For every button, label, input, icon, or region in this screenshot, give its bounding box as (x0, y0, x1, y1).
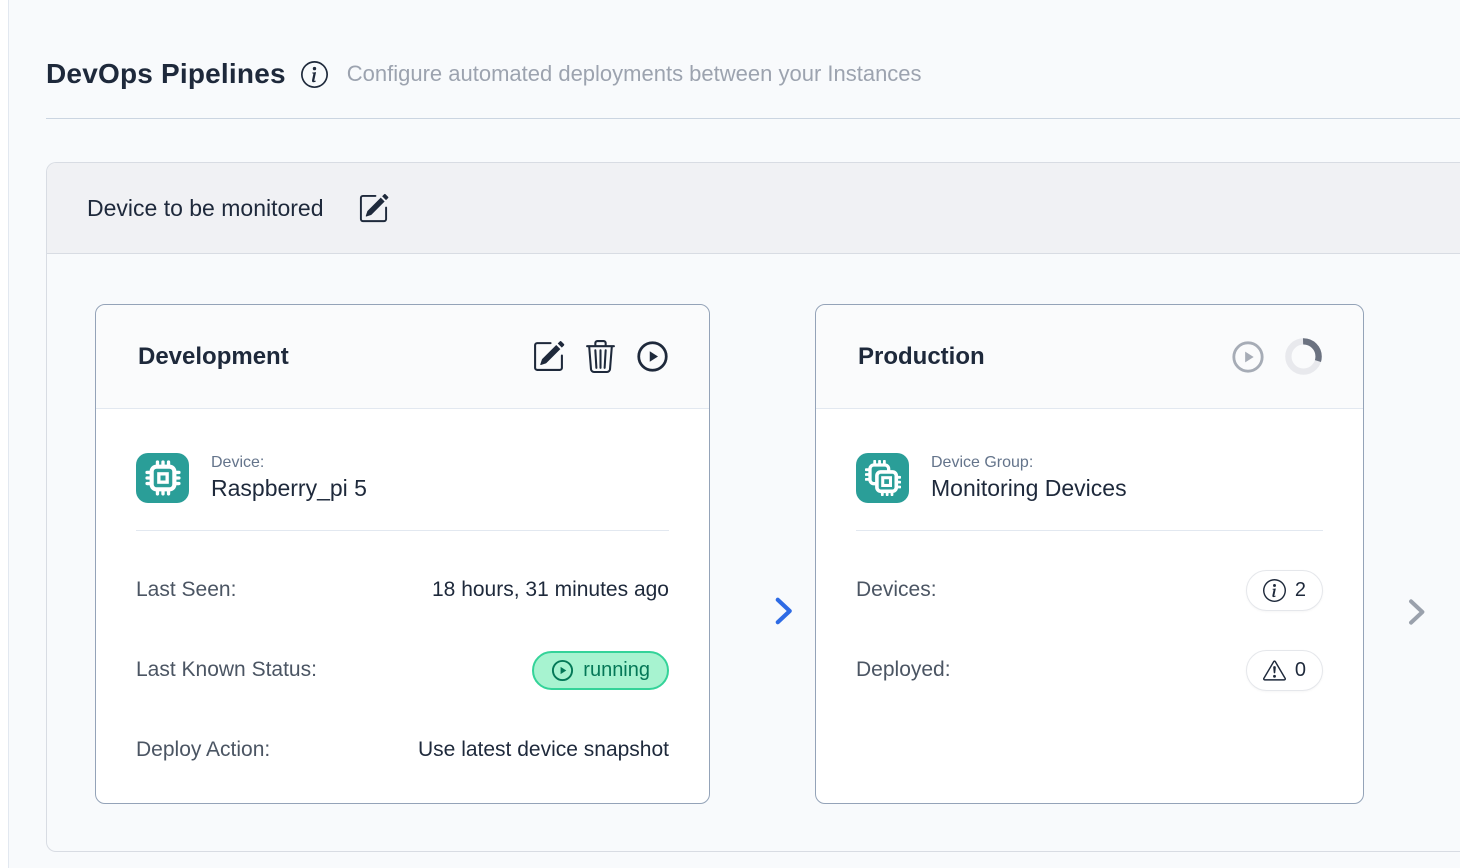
development-card-title: Development (138, 343, 289, 371)
deploy-action-value: Use latest device snapshot (418, 738, 669, 762)
info-circle-icon (1263, 579, 1286, 602)
deployed-count: 0 (1295, 659, 1306, 682)
warning-triangle-icon (1263, 659, 1286, 682)
devices-count: 2 (1295, 579, 1306, 602)
chevron-right-icon[interactable] (1399, 595, 1433, 629)
chip-group-icon (856, 453, 909, 503)
edit-square-icon[interactable] (532, 340, 565, 373)
production-card-actions (1231, 337, 1323, 376)
play-circle-icon[interactable] (1231, 340, 1265, 374)
deploy-action-label: Deploy Action: (136, 738, 270, 762)
panel-body: Development (47, 254, 1460, 852)
play-circle-icon[interactable] (636, 340, 669, 373)
device-row: Device: Raspberry_pi 5 (136, 453, 669, 503)
last-known-status-label: Last Known Status: (136, 658, 317, 682)
devices-row: Devices: 2 (856, 569, 1323, 611)
deploy-action-row: Deploy Action: Use latest device snapsho… (136, 729, 669, 771)
last-seen-row: Last Seen: 18 hours, 31 minutes ago (136, 569, 669, 611)
deployed-label: Deployed: (856, 658, 951, 682)
status-badge: running (532, 651, 669, 690)
device-group-info: Device Group: Monitoring Devices (931, 454, 1127, 502)
production-card-body: Device Group: Monitoring Devices Devices… (816, 453, 1363, 691)
device-info: Device: Raspberry_pi 5 (211, 454, 367, 502)
chevron-right-icon[interactable] (765, 593, 801, 629)
development-card-body: Device: Raspberry_pi 5 Last Seen: 18 hou… (96, 453, 709, 771)
device-name: Raspberry_pi 5 (211, 475, 367, 502)
development-card-actions (532, 340, 669, 373)
card-divider (856, 530, 1323, 531)
development-stage-card: Development (95, 304, 710, 804)
loading-spinner (1284, 337, 1323, 376)
production-card-title: Production (858, 343, 985, 371)
devices-label: Devices: (856, 578, 937, 602)
devices-count-pill[interactable]: 2 (1246, 570, 1323, 611)
status-badge-label: running (583, 659, 650, 682)
last-seen-value: 18 hours, 31 minutes ago (432, 578, 669, 602)
chip-icon (136, 453, 189, 503)
card-divider (136, 530, 669, 531)
device-group-row: Device Group: Monitoring Devices (856, 453, 1323, 503)
trash-icon[interactable] (584, 340, 617, 373)
last-known-status-row: Last Known Status: running (136, 649, 669, 691)
production-stage-card: Production (815, 304, 1364, 804)
last-seen-label: Last Seen: (136, 578, 236, 602)
pipeline-panel: Device to be monitored Development (46, 162, 1460, 852)
device-label: Device: (211, 454, 367, 472)
device-group-name: Monitoring Devices (931, 475, 1127, 502)
production-card-header: Production (816, 305, 1363, 409)
deployed-row: Deployed: 0 (856, 649, 1323, 691)
deployed-count-pill[interactable]: 0 (1246, 650, 1323, 691)
play-circle-icon (551, 659, 574, 682)
device-group-label: Device Group: (931, 454, 1127, 472)
development-card-header: Development (96, 305, 709, 409)
